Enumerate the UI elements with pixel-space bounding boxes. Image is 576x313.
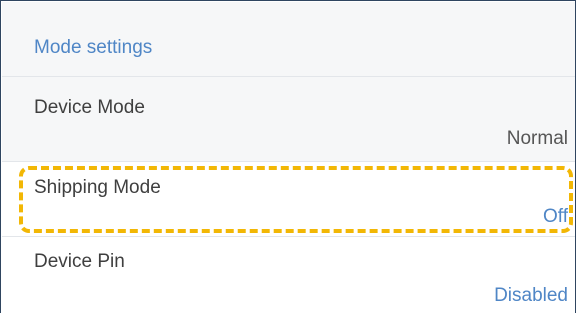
mode-settings-panel: Mode settings Device Mode Normal Shippin… [0,0,576,313]
setting-row-device-pin[interactable]: Device Pin Disabled [2,237,575,313]
section-header: Mode settings [2,2,575,77]
setting-value[interactable]: Off [543,206,568,228]
setting-label: Shipping Mode [34,177,161,198]
setting-value: Normal [506,128,568,149]
setting-value[interactable]: Disabled [494,285,568,307]
section-title: Mode settings [34,37,153,58]
setting-row-device-mode[interactable]: Device Mode Normal [2,77,575,162]
setting-label: Device Pin [34,251,125,272]
setting-row-shipping-mode[interactable]: Shipping Mode Off [2,162,575,237]
setting-label: Device Mode [34,97,145,118]
